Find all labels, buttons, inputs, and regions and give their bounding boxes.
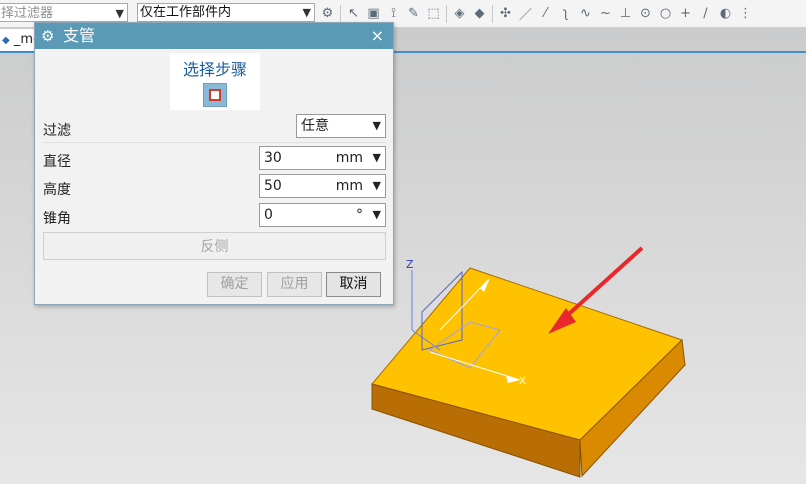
intersect-icon[interactable]: ∿ [578,6,593,21]
chevron-down-icon[interactable]: ▼ [373,204,381,226]
tangent-icon[interactable]: ∕ [698,6,713,21]
divider [43,142,387,143]
height-value: 50 [264,178,282,194]
filter-value: 任意 [301,118,329,134]
separator [492,4,493,23]
taper-angle-field[interactable]: 0 ° ▼ [259,203,386,227]
reverse-side-button[interactable]: 反侧 [43,232,386,260]
chevron-down-icon[interactable]: ▼ [373,147,381,169]
shaded-view-icon[interactable]: ◆ [472,6,487,21]
spline-icon[interactable]: ~ [598,6,613,21]
point-snap-icon[interactable]: ✣ [498,6,513,21]
diameter-field[interactable]: 30 mm ▼ [259,146,386,170]
taper-angle-label: 锥角 [43,211,71,227]
select-face-icon[interactable] [203,83,227,107]
taper-angle-unit: ° [356,207,363,223]
dialog-title-bar[interactable]: ⚙ 支管 × [35,23,393,49]
box-select-icon[interactable]: ⬚ [426,6,441,21]
diameter-value: 30 [264,150,282,166]
ok-button[interactable]: 确定 [207,272,262,297]
height-field[interactable]: 50 mm ▼ [259,174,386,198]
boss-dialog: ⚙ 支管 × 选择步骤 过滤 任意 ▼ 直径 30 mm ▼ 高度 50 mm … [34,22,394,305]
selection-filter-value: 择过滤器 [1,6,54,21]
separator [340,4,341,23]
axis-x-label: X [519,376,526,387]
apply-button[interactable]: 应用 [267,272,322,297]
crosshair-icon[interactable]: + [678,6,693,21]
chevron-down-icon: ▼ [115,7,124,20]
cancel-button[interactable]: 取消 [326,272,381,297]
chevron-down-icon[interactable]: ▼ [373,175,381,197]
paint-select-icon[interactable]: ✎ [406,6,421,21]
axis-z-label: Z [406,258,414,271]
separator [446,4,447,23]
filter-label: 过滤 [43,123,71,139]
height-unit: mm [335,178,363,194]
toolbar-icon-group: ⚙ ↖ ▣ ⟟ ✎ ⬚ ◈ ◆ ✣ ／ ⁄ ʅ ∿ ~ ⊥ ⊙ ○ + ∕ ◐ … [320,4,753,23]
part-file-icon: ◆ [2,35,10,46]
snap-settings-icon[interactable]: ⚙ [320,6,335,21]
arc-center-icon[interactable]: ⊙ [638,6,653,21]
select-icon[interactable]: ↖ [346,6,361,21]
selection-filter-dropdown[interactable]: 择过滤器 ▼ [0,3,128,22]
more-snap-icon[interactable]: ⋮ [738,6,753,21]
gear-icon[interactable]: ⚙ [41,23,54,49]
face-icon[interactable]: ◐ [718,6,733,21]
diameter-label: 直径 [43,154,71,170]
filter-dropdown[interactable]: 任意 ▼ [296,114,386,138]
line-end-icon[interactable]: ／ [518,4,533,23]
scope-value: 仅在工作部件内 [140,5,232,20]
taper-angle-value: 0 [264,207,273,223]
chevron-down-icon: ▼ [302,6,311,19]
dialog-title: 支管 [63,26,96,45]
height-label: 高度 [43,182,71,198]
circle-icon[interactable]: ○ [658,6,673,21]
selection-step-panel: 选择步骤 [170,53,260,110]
scope-dropdown[interactable]: 仅在工作部件内 ▼ [137,3,315,22]
view-cube-icon[interactable]: ◈ [452,6,467,21]
curve-icon[interactable]: ʅ [558,6,573,21]
close-icon[interactable]: × [371,23,384,49]
diameter-unit: mm [335,150,363,166]
lasso-icon[interactable]: ⟟ [386,6,401,21]
select-mode-icon[interactable]: ▣ [366,6,381,21]
selection-step-label: 选择步骤 [182,60,247,79]
perpendicular-icon[interactable]: ⊥ [618,6,633,21]
line-mid-icon[interactable]: ⁄ [538,6,553,21]
chevron-down-icon: ▼ [372,119,381,132]
